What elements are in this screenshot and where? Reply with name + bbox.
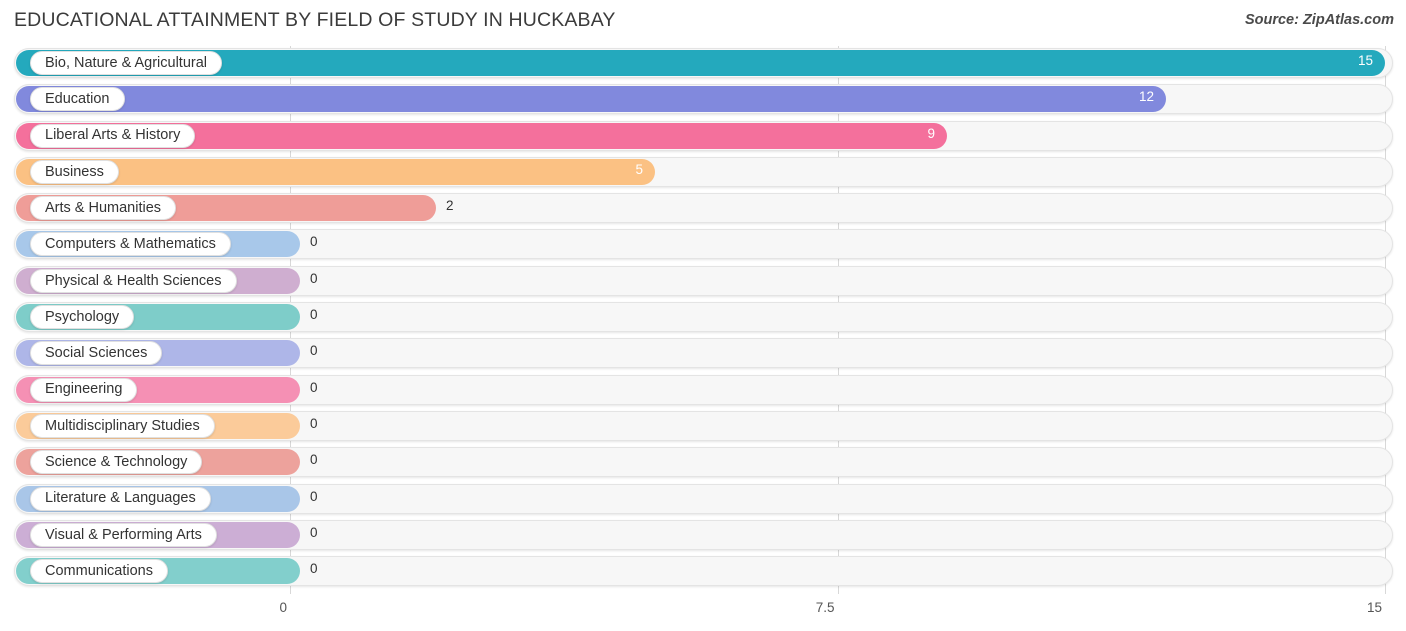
bar-row[interactable]: Communications 0: [0, 554, 1406, 590]
bar-value-label: 0: [310, 488, 318, 504]
category-label: Psychology: [45, 308, 120, 325]
bar-value-label: 0: [310, 270, 318, 286]
bar-value-label: 2: [446, 198, 454, 214]
category-label-pill: Psychology: [30, 305, 135, 330]
category-label: Computers & Mathematics: [45, 236, 216, 253]
bar-row[interactable]: Literature & Languages 0: [0, 482, 1406, 518]
plot-area: Bio, Nature & Agricultural 15 Education 12 L…: [0, 46, 1406, 594]
category-label: Science & Technology: [45, 454, 188, 471]
bar-value-label: 0: [310, 307, 318, 323]
bar-value-label: 0: [310, 379, 318, 395]
bar-row[interactable]: Engineering 0: [0, 373, 1406, 409]
bar-row[interactable]: Psychology 0: [0, 300, 1406, 336]
category-label-pill: Literature & Languages: [30, 486, 211, 511]
category-label: Engineering: [45, 381, 123, 398]
bar-value-label: 0: [310, 452, 318, 468]
category-label: Communications: [45, 562, 153, 579]
chart-header: EDUCATIONAL ATTAINMENT BY FIELD OF STUDY…: [0, 0, 1406, 46]
category-label-pill: Social Sciences: [30, 341, 163, 366]
category-label-pill: Arts & Humanities: [30, 196, 177, 221]
bar-row[interactable]: Business 5: [0, 155, 1406, 191]
category-label: Literature & Languages: [45, 490, 196, 507]
source-attribution: Source: ZipAtlas.com: [1244, 12, 1394, 28]
bar-row[interactable]: Physical & Health Sciences 0: [0, 264, 1406, 300]
bar-row[interactable]: Science & Technology 0: [0, 445, 1406, 481]
category-label-pill: Liberal Arts & History: [30, 123, 196, 148]
bar-row[interactable]: Liberal Arts & History 9: [0, 119, 1406, 155]
category-label: Education: [45, 91, 110, 108]
bar-rows: Bio, Nature & Agricultural 15 Education 12 L…: [0, 46, 1406, 590]
category-label: Arts & Humanities: [45, 199, 162, 216]
value-bar[interactable]: [16, 86, 1166, 113]
x-axis: 0 7.5 15: [0, 594, 1406, 631]
category-label-pill: Education: [30, 87, 125, 112]
category-label-pill: Multidisciplinary Studies: [30, 413, 215, 438]
bar-row[interactable]: Social Sciences 0: [0, 336, 1406, 372]
category-label: Liberal Arts & History: [45, 127, 181, 144]
bar-row[interactable]: Bio, Nature & Agricultural 15: [0, 46, 1406, 82]
bar-value-label: 0: [310, 561, 318, 577]
bar-value-label: 0: [310, 234, 318, 250]
category-label: Bio, Nature & Agricultural: [45, 54, 207, 71]
x-axis-tick-label: 15: [1366, 600, 1382, 615]
bar-value-label: 0: [310, 415, 318, 431]
category-label: Multidisciplinary Studies: [45, 417, 200, 434]
bar-value-label: 9: [927, 125, 935, 141]
bar-value-label: 0: [310, 524, 318, 540]
category-label-pill: Bio, Nature & Agricultural: [30, 51, 222, 75]
bar-row[interactable]: Multidisciplinary Studies 0: [0, 409, 1406, 445]
bar-value-label: 15: [1357, 53, 1373, 68]
bar-row[interactable]: Visual & Performing Arts 0: [0, 518, 1406, 554]
bar-value-label: 0: [310, 343, 318, 359]
category-label-pill: Visual & Performing Arts: [30, 522, 217, 547]
bar-value-label: 5: [635, 161, 643, 177]
category-label: Physical & Health Sciences: [45, 272, 222, 289]
category-label-pill: Communications: [30, 559, 168, 584]
chart-page: EDUCATIONAL ATTAINMENT BY FIELD OF STUDY…: [0, 0, 1406, 631]
bar-row[interactable]: Education 12: [0, 82, 1406, 118]
category-label: Business: [45, 163, 104, 180]
bar-row[interactable]: Arts & Humanities 2: [0, 191, 1406, 227]
category-label: Social Sciences: [45, 345, 148, 362]
category-label-pill: Engineering: [30, 377, 138, 402]
bar-row[interactable]: Computers & Mathematics 0: [0, 227, 1406, 263]
bar-value-label: 12: [1138, 89, 1154, 105]
category-label-pill: Science & Technology: [30, 450, 203, 475]
category-label-pill: Business: [30, 159, 119, 184]
category-label-pill: Computers & Mathematics: [30, 232, 231, 257]
category-label: Visual & Performing Arts: [45, 526, 202, 543]
category-label-pill: Physical & Health Sciences: [30, 268, 237, 293]
x-axis-tick-label: 7.5: [815, 600, 835, 615]
x-axis-tick-label: 0: [279, 600, 287, 615]
page-title: EDUCATIONAL ATTAINMENT BY FIELD OF STUDY…: [14, 9, 616, 31]
